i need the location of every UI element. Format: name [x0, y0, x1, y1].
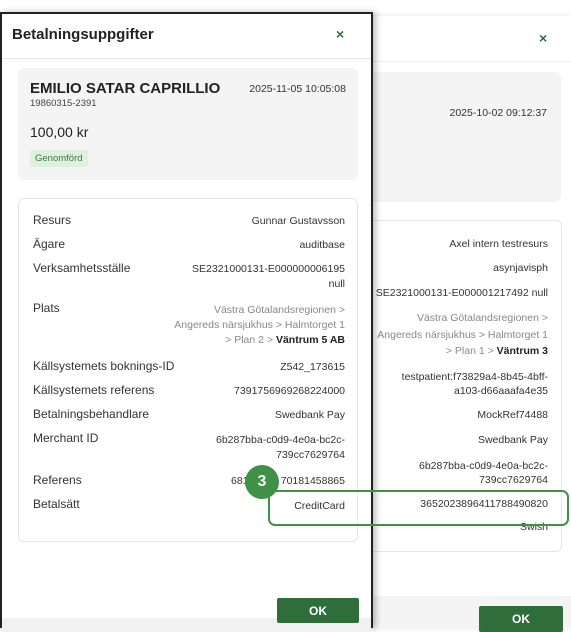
verksamhetsstalle-value-line2: null [328, 278, 345, 290]
background-timestamp: 2025-10-02 09:12:37 [449, 107, 548, 119]
background-plats-line3: > Plan 1 > Väntrum 3 [445, 345, 548, 357]
payment-summary-card: EMILIO SATAR CAPRILLIO 19860315-2391 202… [18, 68, 358, 180]
plats-value-line1[interactable]: Västra Götalandsregionen > [214, 303, 345, 317]
betalsatt-label: Betalsätt [33, 497, 80, 511]
verksamhetsstalle-value-line1: SE2321000131-E000000006195 [192, 263, 345, 275]
step-marker: 3 [245, 465, 279, 499]
betalsatt-highlight [268, 490, 569, 526]
bokningsid-value: Z542_173615 [280, 361, 345, 373]
payment-details-dialog: Betalningsuppgifter × EMILIO SATAR CAPRI… [0, 12, 373, 632]
resurs-value: Gunnar Gustavsson [251, 215, 345, 227]
background-merchant-line1: 6b287bba-c0d9-4e0a-bc2c- [418, 460, 548, 472]
kallsystem-referens-label: Källsystemets referens [33, 383, 155, 397]
background-ok-button[interactable]: OK [479, 606, 563, 632]
verksamhetsstalle-label: Verksamhetsställe [33, 261, 131, 275]
ok-button[interactable]: OK [277, 598, 359, 623]
patient-name: EMILIO SATAR CAPRILLIO [30, 80, 221, 97]
close-icon[interactable]: × [336, 26, 344, 42]
background-betalningsbehandlare-value: Swedbank Pay [477, 434, 548, 446]
patient-personnummer: 19860315-2391 [30, 98, 97, 109]
close-icon[interactable]: × [539, 30, 547, 46]
background-verksamhetsstalle-value: SE2321000131-E000001217492 null [375, 287, 548, 299]
plats-value-line2[interactable]: Angereds närsjukhus > Halmtorget 1 [174, 318, 345, 332]
payment-timestamp: 2025-11-05 10:05:08 [249, 83, 346, 95]
bokningsid-label: Källsystemets boknings-ID [33, 359, 175, 373]
background-plats-line2: Angereds närsjukhus > Halmtorget 1 [377, 329, 548, 341]
background-bokningsid-line2: a103-d66aaafa4e35 [453, 385, 548, 397]
plats-label: Plats [33, 301, 60, 315]
dialog-title: Betalningsuppgifter [12, 26, 154, 43]
agare-label: Ägare [33, 237, 66, 251]
background-merchant-line2: 739cc7629764 [479, 474, 548, 486]
background-dialog-header: × [373, 16, 571, 62]
background-plats-line1: Västra Götalandsregionen > [416, 312, 548, 324]
background-kallsystem-referens-value: MockRef74488 [477, 409, 548, 421]
betalningsbehandlare-label: Betalningsbehandlare [33, 407, 150, 421]
merchant-label: Merchant ID [33, 431, 99, 445]
kallsystem-referens-value: 7391756969268224000 [234, 385, 345, 397]
merchant-value-line2: 739cc7629764 [276, 449, 345, 461]
plats-value-line3[interactable]: > Plan 2 > Väntrum 5 AB [225, 333, 345, 347]
agare-value: auditbase [299, 239, 345, 251]
referens-label: Referens [33, 473, 82, 487]
merchant-value-line1: 6b287bba-c0d9-4e0a-bc2c- [215, 434, 345, 446]
dialog-header: Betalningsuppgifter × [2, 14, 371, 59]
betalningsbehandlare-value: Swedbank Pay [274, 409, 345, 421]
background-dialog: × 2025-10-02 09:12:37 Axel intern testre… [372, 16, 571, 632]
background-agare-value: asynjavisph [493, 262, 548, 274]
referens-value-end: 70181458865 [280, 475, 345, 487]
resurs-label: Resurs [33, 213, 72, 227]
background-resurs-value: Axel intern testresurs [449, 238, 548, 250]
payment-amount: 100,00 kr [30, 124, 89, 140]
background-bokningsid-line1: testpatient:f73829a4-8b45-4bff- [401, 371, 548, 383]
status-badge: Genomförd [30, 150, 88, 167]
background-summary-card: 2025-10-02 09:12:37 [373, 72, 561, 202]
